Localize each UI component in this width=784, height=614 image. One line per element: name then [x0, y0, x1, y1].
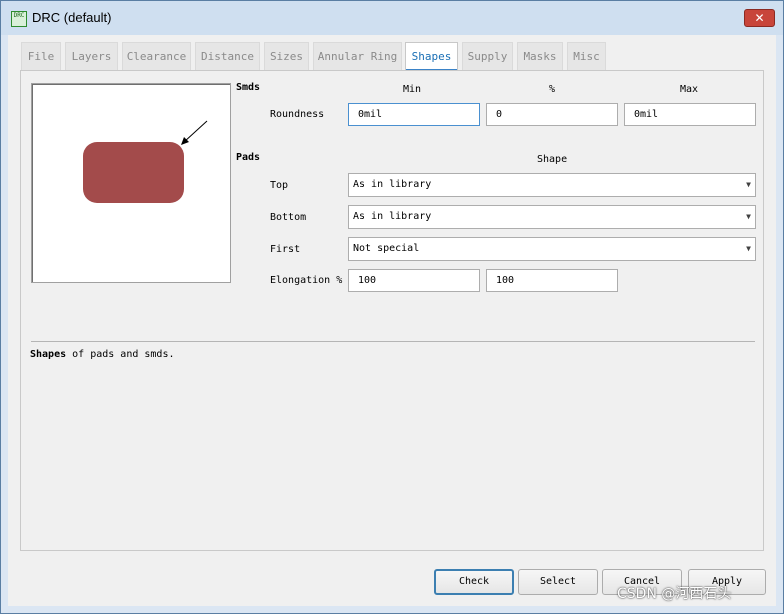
col-header-max: Max	[680, 84, 699, 95]
description-rest: of pads and smds.	[66, 349, 175, 360]
tab-shapes[interactable]: Shapes	[405, 42, 458, 71]
shapes-panel: Smds Min % Max Roundness 0mil 0 0mil Pad…	[20, 70, 764, 551]
bottom-shape-value: As in library	[353, 211, 432, 222]
top-shape-select[interactable]: As in library ▼	[348, 173, 756, 197]
roundness-max-input[interactable]: 0mil	[624, 103, 756, 126]
top-shape-label: Top	[270, 180, 289, 191]
roundness-arrow-line	[183, 120, 208, 143]
description-bold: Shapes	[30, 349, 67, 360]
tab-supply[interactable]: Supply	[462, 42, 513, 71]
roundness-min-input[interactable]: 0mil	[348, 103, 480, 126]
roundness-label: Roundness	[270, 109, 325, 120]
pad-shape-preview-graphic	[83, 120, 208, 203]
smd-pad-shape	[83, 142, 184, 203]
chevron-down-icon: ▼	[746, 180, 751, 189]
roundness-percent-input[interactable]: 0	[486, 103, 618, 126]
bottom-shape-select[interactable]: As in library ▼	[348, 205, 756, 229]
select-button[interactable]: Select	[518, 569, 598, 595]
first-shape-select[interactable]: Not special ▼	[348, 237, 756, 261]
csdn-watermark: CSDN @河西石头	[617, 586, 732, 602]
chevron-down-icon: ▼	[746, 244, 751, 253]
tab-file[interactable]: File	[21, 42, 61, 71]
elongation-input-2[interactable]: 100	[486, 269, 618, 292]
pads-section-label: Pads	[236, 152, 261, 163]
shape-column-header: Shape	[537, 154, 568, 165]
elongation-input-1[interactable]: 100	[348, 269, 480, 292]
drc-icon: DRC	[11, 11, 27, 27]
col-header-min: Min	[403, 84, 422, 95]
col-header-percent: %	[549, 84, 556, 95]
dialog-client-area: File Layers Clearance Distance Sizes Ann…	[8, 35, 776, 606]
first-shape-label: First	[270, 244, 301, 255]
elongation-label: Elongation %	[270, 275, 343, 286]
title-bar[interactable]: DRC DRC (default) ✕	[1, 1, 783, 35]
check-button[interactable]: Check	[434, 569, 514, 595]
tab-sizes[interactable]: Sizes	[264, 42, 309, 71]
tab-masks[interactable]: Masks	[517, 42, 563, 71]
bottom-shape-label: Bottom	[270, 212, 307, 223]
top-shape-value: As in library	[353, 179, 432, 190]
window-title: DRC (default)	[32, 10, 112, 25]
close-button[interactable]: ✕	[744, 9, 775, 27]
first-shape-value: Not special	[353, 243, 420, 254]
tab-clearance[interactable]: Clearance	[122, 42, 191, 71]
chevron-down-icon: ▼	[746, 212, 751, 221]
tab-misc[interactable]: Misc	[567, 42, 606, 71]
tab-layers[interactable]: Layers	[65, 42, 118, 71]
description-text: Shapes of pads and smds.	[30, 349, 175, 360]
tab-annular-ring[interactable]: Annular Ring	[313, 42, 402, 71]
smds-section-label: Smds	[236, 82, 261, 93]
tab-distance[interactable]: Distance	[195, 42, 260, 71]
pad-shape-preview	[31, 83, 231, 283]
section-divider	[31, 341, 755, 342]
drc-dialog-window: DRC DRC (default) ✕ File Layers Clearanc…	[0, 0, 784, 614]
